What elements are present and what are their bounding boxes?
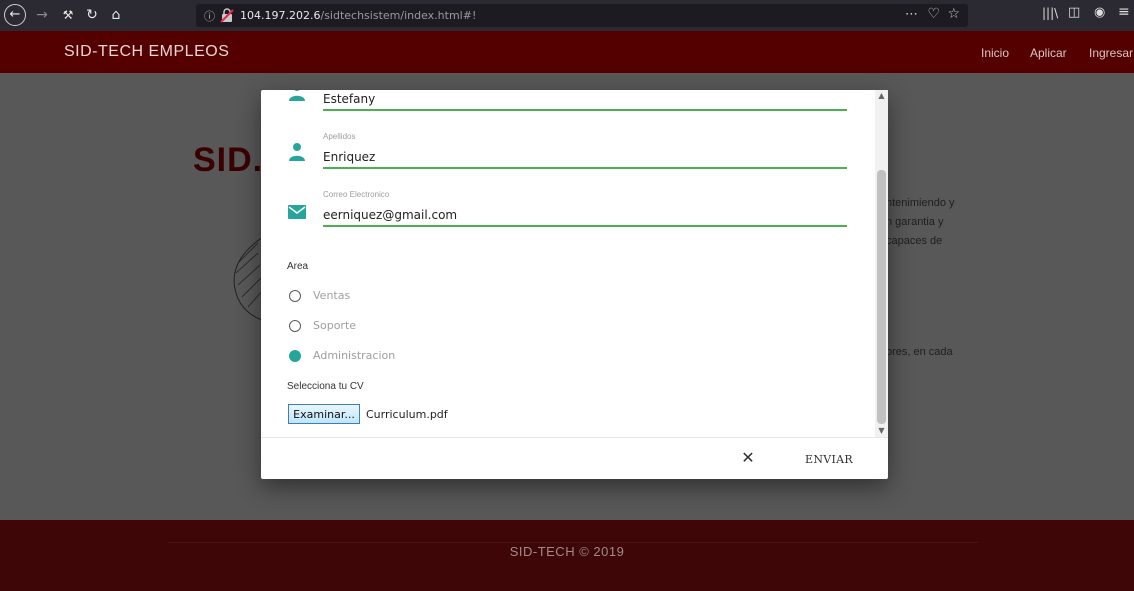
- page-actions-icon[interactable]: ⋯: [905, 7, 918, 22]
- selected-file-name: Curriculum.pdf: [366, 408, 448, 421]
- back-icon[interactable]: ←: [4, 4, 26, 26]
- account-icon[interactable]: ◉: [1094, 5, 1105, 20]
- scrollbar-thumb[interactable]: [877, 170, 886, 424]
- bookmark-star-icon[interactable]: ☆: [947, 6, 960, 22]
- footer-copyright: SID-TECH © 2019: [509, 544, 625, 559]
- cv-label: Selecciona tu CV: [287, 381, 364, 392]
- background-text: ntenimiendo y: [886, 197, 955, 209]
- browser-toolbar: ← → ⚒ ↻ ⌂ ⓘ 104.197.202.6/sidtechsistem/…: [0, 0, 1134, 31]
- background-text: ores, en cada: [886, 346, 953, 358]
- apellidos-input[interactable]: [323, 146, 847, 168]
- radio-circle[interactable]: [289, 320, 301, 332]
- home-icon[interactable]: ⌂: [108, 5, 124, 26]
- background-logo: SID.: [193, 141, 264, 179]
- person-icon: [289, 143, 305, 161]
- modal-footer: ✕ ENVIAR: [261, 437, 888, 479]
- apellidos-label: Apellidos: [323, 132, 356, 141]
- background-text: n garantia y: [886, 216, 944, 228]
- scroll-down-arrow-icon[interactable]: ▼: [875, 425, 888, 437]
- correo-input[interactable]: [323, 204, 847, 226]
- url-host: 104.197.202.6: [240, 9, 321, 22]
- address-bar[interactable]: ⓘ 104.197.202.6/sidtechsistem/index.html…: [196, 4, 968, 27]
- reload-icon[interactable]: ↻: [84, 5, 100, 26]
- submit-button[interactable]: ENVIAR: [799, 449, 859, 469]
- sidebar-icon[interactable]: ◫: [1068, 5, 1080, 20]
- radio-circle[interactable]: [289, 290, 301, 302]
- url-text[interactable]: 104.197.202.6/sidtechsistem/index.html#!: [240, 9, 476, 22]
- nombre-input[interactable]: [323, 90, 847, 110]
- area-label: Area: [287, 261, 309, 272]
- info-icon[interactable]: ⓘ: [204, 8, 215, 24]
- hamburger-menu-icon[interactable]: ≡: [1118, 4, 1130, 20]
- site-footer: SID-TECH © 2019: [0, 520, 1134, 591]
- radio-label: Ventas: [313, 289, 351, 302]
- nav-link-aplicar[interactable]: Aplicar: [1030, 46, 1067, 60]
- site-navbar: SID-TECH EMPLEOS Inicio Aplicar Ingresar: [0, 31, 1134, 73]
- radio-label: Administracion: [313, 349, 396, 362]
- email-icon: [288, 205, 306, 219]
- forward-icon[interactable]: →: [34, 5, 50, 26]
- pocket-icon[interactable]: ♡: [927, 6, 940, 22]
- browse-file-button[interactable]: Examinar...: [288, 404, 360, 424]
- background-text: capaces de: [886, 235, 943, 247]
- application-modal: Apellidos Correo Electronico Area Ventas…: [261, 90, 888, 479]
- library-icon[interactable]: |||\: [1042, 6, 1058, 20]
- modal-scrollbar[interactable]: ▲ ▼: [875, 90, 888, 437]
- close-button[interactable]: ✕: [739, 450, 757, 468]
- scroll-up-arrow-icon[interactable]: ▲: [875, 90, 888, 102]
- person-icon: [289, 90, 305, 101]
- tools-icon[interactable]: ⚒: [60, 5, 76, 26]
- footer-divider: [168, 542, 978, 543]
- correo-label: Correo Electronico: [323, 190, 390, 199]
- radio-label: Soporte: [313, 319, 357, 332]
- nav-link-ingresar[interactable]: Ingresar: [1089, 46, 1133, 60]
- brand-logo[interactable]: SID-TECH EMPLEOS: [64, 43, 229, 61]
- radio-circle-checked[interactable]: [289, 350, 301, 362]
- nav-link-inicio[interactable]: Inicio: [981, 46, 1009, 60]
- modal-content: Apellidos Correo Electronico Area Ventas…: [261, 90, 888, 437]
- insecure-lock-icon[interactable]: [220, 7, 234, 23]
- url-path: /sidtechsistem/index.html#!: [320, 9, 477, 22]
